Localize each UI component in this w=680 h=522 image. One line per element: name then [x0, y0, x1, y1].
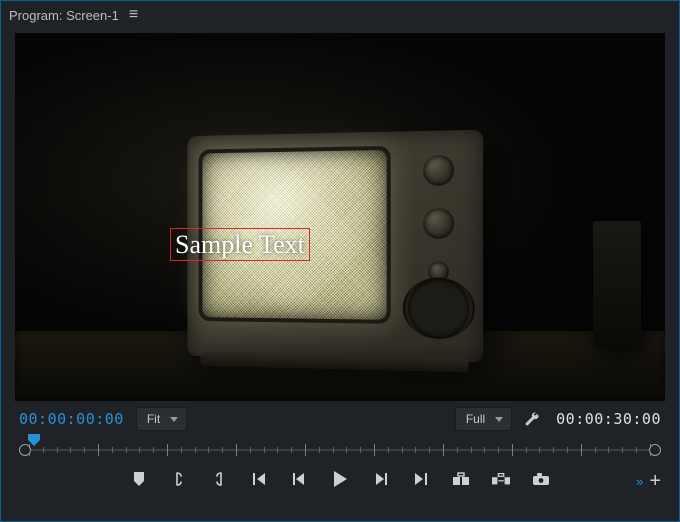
title-text-overlay[interactable]: Sample Text	[170, 228, 310, 261]
settings-wrench-icon[interactable]	[524, 411, 540, 427]
play-button[interactable]	[330, 469, 350, 489]
resolution-dropdown-label: Full	[466, 412, 485, 426]
go-to-out-button[interactable]	[412, 470, 430, 488]
export-frame-button[interactable]	[532, 470, 550, 488]
transport-controls: » +	[1, 465, 679, 497]
tv-speaker-grille	[403, 277, 475, 339]
panel-menu-icon[interactable]: ≡	[129, 7, 138, 23]
tv-knobs	[409, 155, 469, 282]
step-back-button[interactable]	[290, 470, 308, 488]
ruler-endcap-right[interactable]	[649, 444, 661, 456]
chevron-down-icon	[495, 417, 503, 422]
step-forward-button[interactable]	[372, 470, 390, 488]
tv-knob	[423, 155, 454, 186]
button-editor-plus-icon[interactable]: +	[649, 471, 661, 491]
resolution-dropdown[interactable]: Full	[455, 407, 512, 431]
zoom-dropdown[interactable]: Fit	[136, 407, 187, 431]
time-ruler[interactable]	[19, 435, 661, 465]
timecode-current[interactable]: 00:00:00:00	[19, 410, 124, 428]
video-frame-speaker	[593, 221, 641, 347]
mark-out-button[interactable]	[210, 470, 228, 488]
go-to-in-button[interactable]	[250, 470, 268, 488]
lift-button[interactable]	[452, 470, 470, 488]
program-viewport[interactable]: Sample Text	[15, 33, 665, 401]
timecode-duration[interactable]: 00:00:30:00	[556, 410, 661, 428]
mark-in-button[interactable]	[170, 470, 188, 488]
viewport-container: Sample Text	[1, 27, 679, 403]
tv-knob	[423, 208, 454, 239]
extract-button[interactable]	[492, 470, 510, 488]
panel-titlebar: Program: Screen-1 ≡	[1, 1, 679, 27]
chevron-down-icon	[170, 417, 178, 422]
ruler-ticks	[29, 444, 651, 456]
zoom-dropdown-label: Fit	[147, 412, 160, 426]
expand-buttons-icon[interactable]: »	[636, 475, 643, 488]
panel-title: Program: Screen-1	[9, 8, 119, 23]
add-marker-button[interactable]	[130, 470, 148, 488]
status-row: 00:00:00:00 Fit Full 00:00:30:00	[1, 403, 679, 433]
playhead-icon[interactable]	[27, 433, 41, 447]
transport-overflow: » +	[636, 471, 661, 491]
program-monitor-panel: Program: Screen-1 ≡ Sample Text	[0, 0, 680, 522]
